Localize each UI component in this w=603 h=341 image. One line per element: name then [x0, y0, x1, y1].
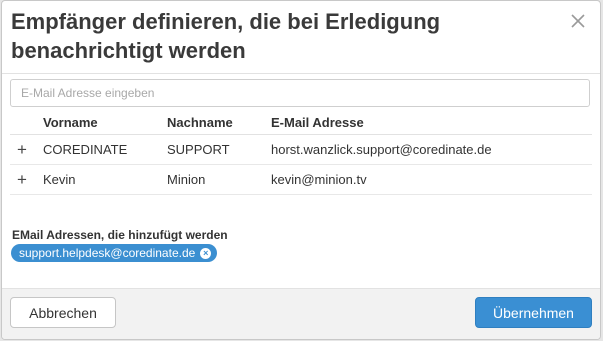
cancel-button[interactable]: Abbrechen	[10, 297, 116, 328]
header-lastname: Nachname	[167, 110, 271, 135]
row-firstname: Kevin	[43, 164, 167, 195]
header-add	[10, 110, 43, 135]
header-firstname: Vorname	[43, 110, 167, 135]
row-lastname: SUPPORT	[167, 134, 271, 165]
chip-email: support.helpdesk@coredinate.de	[19, 246, 196, 260]
table-row[interactable]: + Kevin Minion kevin@minion.tv	[10, 164, 592, 195]
row-email: kevin@minion.tv	[271, 164, 592, 195]
row-lastname: Minion	[167, 164, 271, 195]
header-email: E-Mail Adresse	[271, 110, 592, 135]
recipient-dialog: Empfänger definieren, die bei Erledigung…	[1, 0, 601, 340]
plus-icon[interactable]: +	[10, 141, 27, 158]
table-row[interactable]: + COREDINATE SUPPORT horst.wanzlick.supp…	[10, 134, 592, 165]
plus-icon[interactable]: +	[10, 171, 27, 188]
dialog-footer: Abbrechen Übernehmen	[2, 288, 600, 339]
close-icon[interactable]	[568, 11, 588, 31]
table-header-row: Vorname Nachname E-Mail Adresse	[10, 110, 592, 135]
remove-circle-icon[interactable]: ×	[200, 247, 212, 259]
email-chip: support.helpdesk@coredinate.de ×	[11, 244, 218, 262]
dialog-header: Empfänger definieren, die bei Erledigung…	[2, 1, 600, 74]
email-search-input[interactable]	[10, 79, 590, 107]
recipient-table: Vorname Nachname E-Mail Adresse + COREDI…	[10, 110, 592, 195]
apply-button[interactable]: Übernehmen	[475, 297, 592, 328]
dialog-title: Empfänger definieren, die bei Erledigung…	[11, 9, 441, 63]
row-firstname: COREDINATE	[43, 134, 167, 165]
row-email: horst.wanzlick.support@coredinate.de	[271, 134, 592, 165]
added-emails-label: EMail Adressen, die hinzufügt werden	[12, 228, 228, 242]
